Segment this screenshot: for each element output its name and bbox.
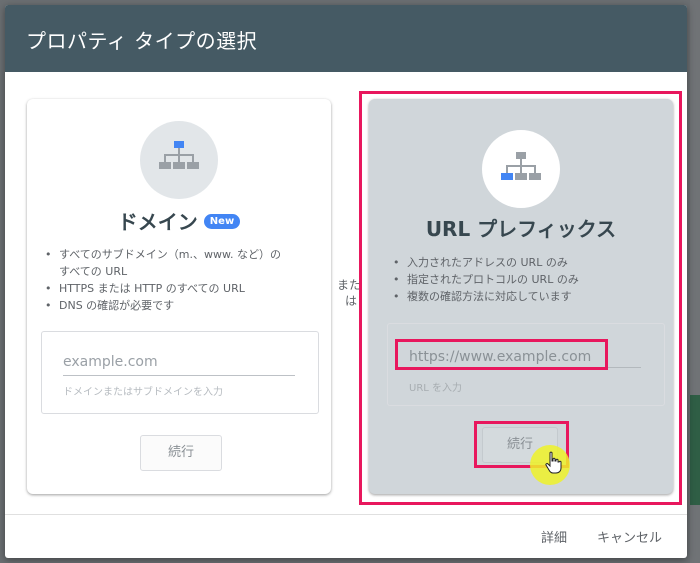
- url-input-highlight: [395, 339, 608, 370]
- dialog-body: ドメイン New すべてのサブドメイン（m.、www. など）の すべての URL…: [5, 72, 687, 514]
- cancel-button[interactable]: キャンセル: [597, 527, 662, 546]
- domain-icon-circle: [140, 121, 218, 199]
- domain-input[interactable]: example.com: [63, 354, 158, 370]
- list-item: HTTPS または HTTP のすべての URL: [43, 280, 323, 297]
- domain-bullet-2: HTTPS または HTTP のすべての URL: [59, 282, 245, 295]
- dialog-title: プロパティ タイプの選択: [26, 29, 258, 53]
- or-separator-line2: は: [345, 294, 358, 308]
- hand-cursor-icon: [545, 451, 562, 474]
- background-green-block: [690, 395, 700, 505]
- domain-card[interactable]: ドメイン New すべてのサブドメイン（m.、www. など）の すべての URL…: [27, 99, 331, 494]
- domain-continue-button[interactable]: 続行: [140, 435, 222, 471]
- list-item: すべてのサブドメイン（m.、www. など）の すべての URL: [43, 246, 323, 280]
- domain-feature-list: すべてのサブドメイン（m.、www. など）の すべての URL HTTPS ま…: [43, 246, 323, 314]
- or-separator: また は: [337, 277, 361, 309]
- property-type-dialog: プロパティ タイプの選択 ドメイン New • すべてのサブドメイン（m.、ww…: [5, 5, 687, 558]
- domain-bullet-1: すべてのサブドメイン（m.、www. など）の すべての URL: [59, 248, 281, 278]
- footer-divider: [5, 514, 687, 515]
- domain-title-text: ドメイン: [117, 210, 198, 234]
- dialog-header: プロパティ タイプの選択: [5, 5, 687, 72]
- list-item: DNS の確認が必要です: [43, 297, 323, 314]
- domain-input-underline: [63, 375, 295, 376]
- domain-bullet-3: DNS の確認が必要です: [59, 299, 175, 312]
- domain-input-container: example.com ドメインまたはサブドメインを入力: [41, 331, 319, 414]
- sitemap-icon: [159, 141, 199, 169]
- or-separator-line1: また: [337, 278, 362, 292]
- domain-input-helper: ドメインまたはサブドメインを入力: [63, 387, 223, 398]
- details-button[interactable]: 詳細: [541, 527, 567, 546]
- new-badge: New: [203, 214, 241, 229]
- domain-title: ドメイン New: [27, 206, 331, 235]
